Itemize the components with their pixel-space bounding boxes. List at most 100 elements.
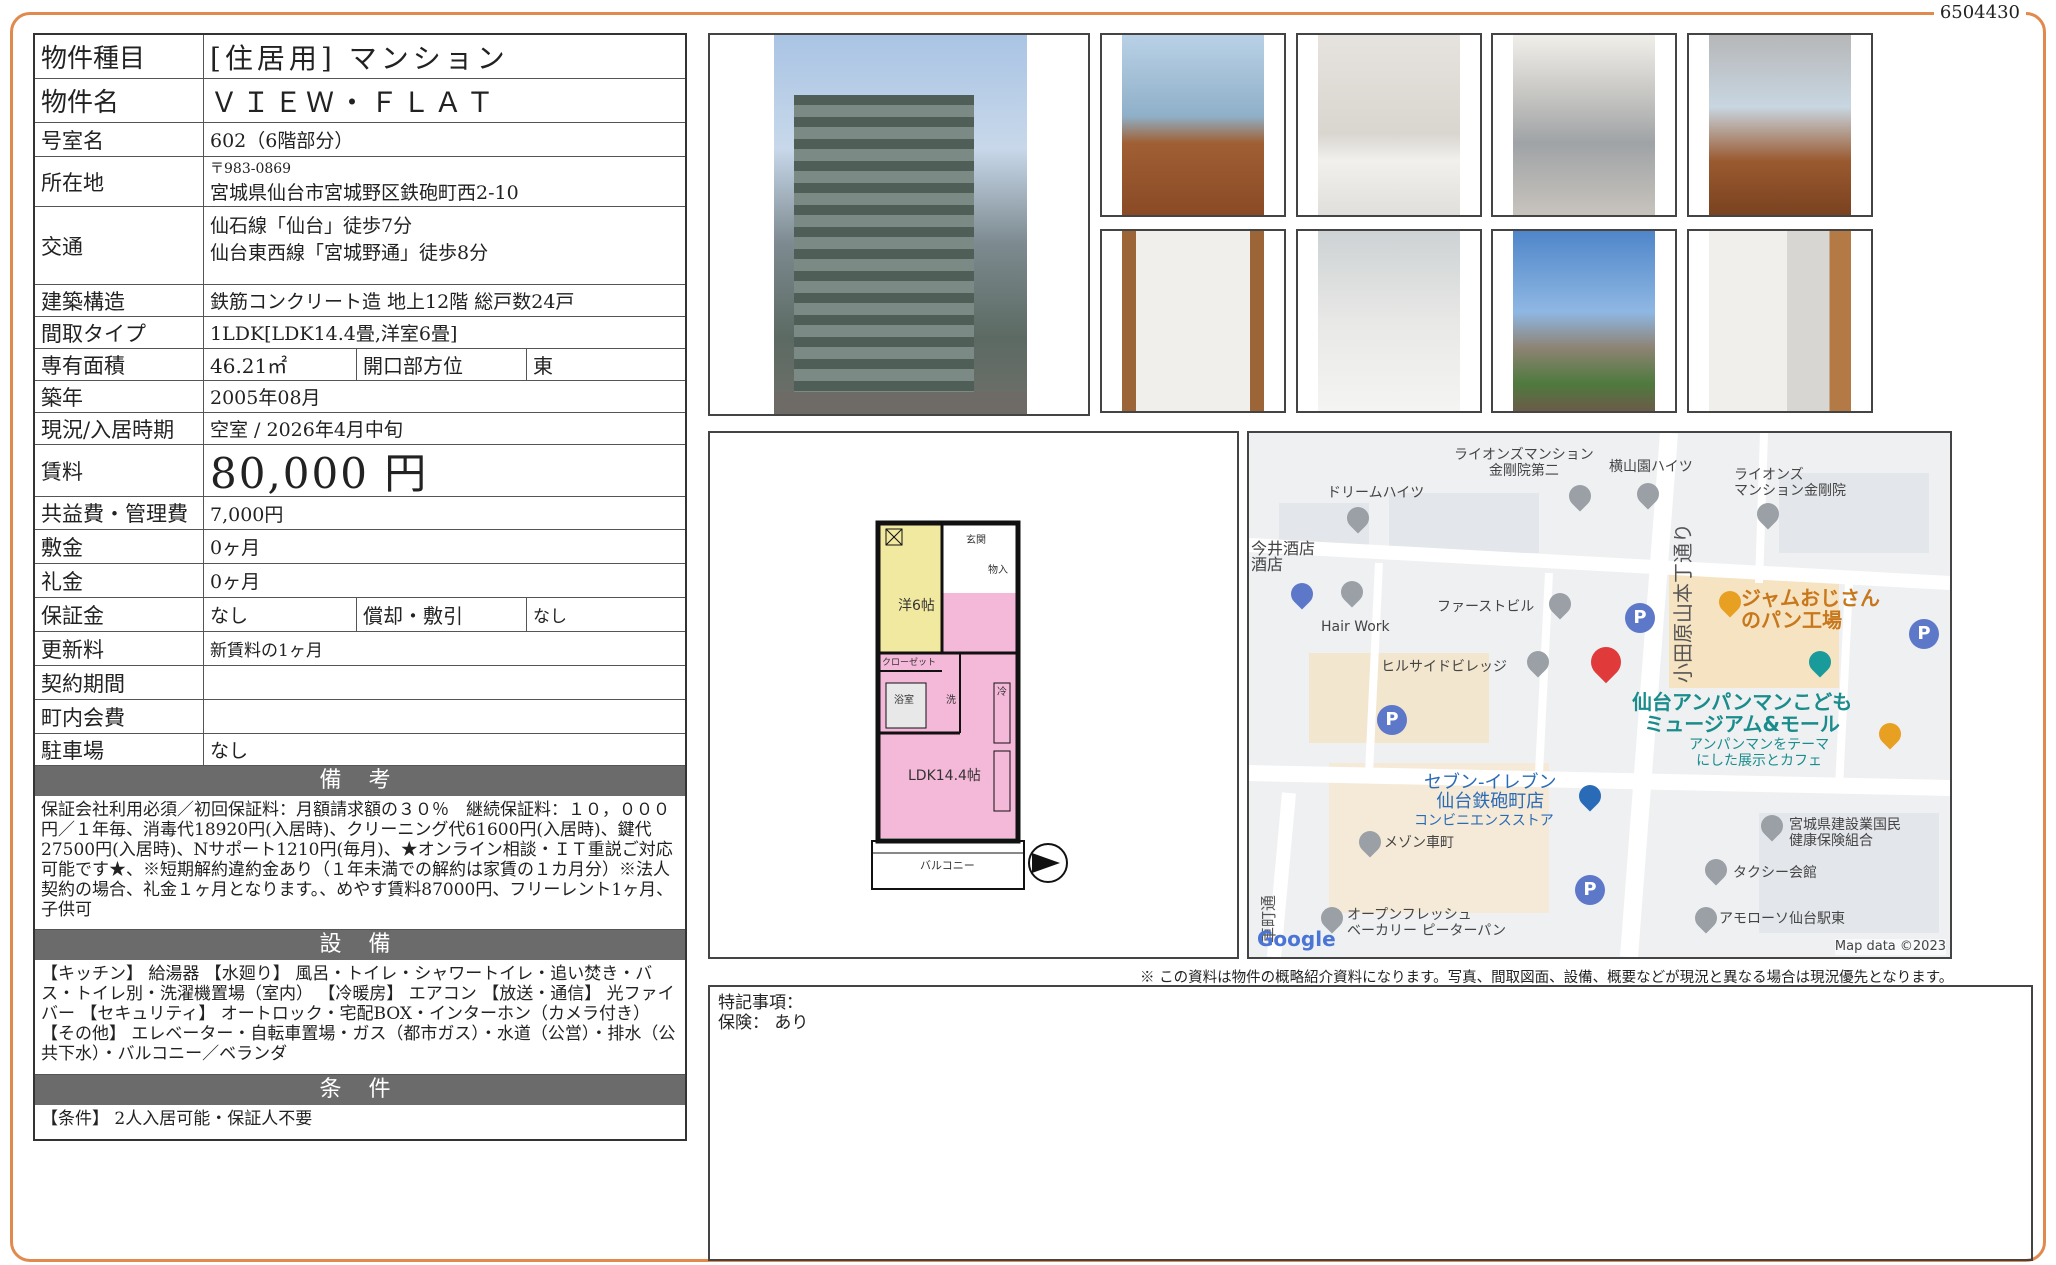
location-map[interactable]: ライオンズマンション 金剛院第二 横山園ハイツ ライオンズ マンション金剛院 ド… <box>1247 431 1952 959</box>
map-label-hair-work: Hair Work <box>1321 619 1390 635</box>
map-label-maison-kurumamachi: メゾン車町 <box>1384 835 1454 851</box>
parking-icon: P <box>1625 603 1655 633</box>
type-value: [住居用] マンション <box>210 41 509 75</box>
map-label-amoroso: アモローソ仙台駅東 <box>1719 911 1845 927</box>
amortization-label: 償却・敷引 <box>356 598 526 631</box>
area-label: 専有面積 <box>35 349 204 380</box>
access-line-1: 仙石線「仙台」徒歩7分 <box>210 215 413 237</box>
layout-label: 間取タイプ <box>35 317 204 348</box>
access-label: 交通 <box>35 207 204 284</box>
map-label-jam-ojisan: ジャムおじさん のパン工場 <box>1741 586 1880 632</box>
map-label-dream-heights: ドリームハイツ <box>1327 485 1425 501</box>
map-label-convenience: コンビニエンスストア <box>1414 813 1554 829</box>
conditions-header: 条 件 <box>35 1075 685 1105</box>
key-money-value: 0ヶ月 <box>210 571 261 593</box>
storage-label: 物入 <box>988 565 1008 576</box>
address-value: 宮城県仙台市宮城野区鉄砲町西2-10 <box>210 182 519 204</box>
document-id: 6504430 <box>1933 2 2026 23</box>
type-label: 物件種目 <box>35 35 204 78</box>
closet-label: クローゼット <box>882 658 937 668</box>
map-label-lions-kongoin2: ライオンズマンション 金剛院第二 <box>1454 447 1594 479</box>
equipment-header: 設 備 <box>35 930 685 960</box>
map-label-taxi-kaikan: タクシー会館 <box>1733 865 1817 881</box>
contract-label: 契約期間 <box>35 666 204 699</box>
map-label-imai-saketen: 今井酒店 酒店 <box>1251 539 1316 574</box>
equipment-text: 【キッチン】 給湯器 【水廻り】 風呂・トイレ・シャワートイレ・追い焚き・バス・… <box>35 960 685 1075</box>
council-fee-label: 町内会費 <box>35 700 204 733</box>
photo-living-room <box>1100 33 1286 217</box>
direction-label: 開口部方位 <box>356 349 526 380</box>
map-label-peterpan: オープンフレッシュ ベーカリー ピーターパン <box>1347 907 1507 939</box>
balcony-label: バルコニー <box>920 859 975 872</box>
photo-washbasin <box>1296 229 1482 413</box>
wash-label: 洗 <box>946 695 956 706</box>
parking-label: 駐車場 <box>35 734 204 765</box>
room-ldk-label: LDK14.4帖 <box>908 768 981 784</box>
entry-label: 玄関 <box>966 535 986 546</box>
built-label: 築年 <box>35 381 204 412</box>
deposit-value: 0ヶ月 <box>210 537 261 559</box>
address-label: 所在地 <box>35 157 204 206</box>
name-label: 物件名 <box>35 79 204 122</box>
structure-value: 鉄筋コンクリート造 地上12階 総戸数24戸 <box>210 291 575 313</box>
map-label-yokoyamaen: 横山園ハイツ <box>1609 459 1693 475</box>
rent-value: 80,000 円 <box>210 449 429 498</box>
photo-storage <box>1687 229 1873 413</box>
name-value: ＶＩＥＷ・ＦＬＡＴ <box>210 85 499 119</box>
access-line-2: 仙台東西線「宮城野通」徒歩8分 <box>210 242 489 264</box>
parking-icon: P <box>1377 705 1407 735</box>
insurance-note: 保険： あり <box>718 1013 809 1033</box>
property-table: 物件種目 [住居用] マンション 物件名 ＶＩＥＷ・ＦＬＡＴ 号室名 602（6階部分… <box>33 33 687 1141</box>
parking-value: なし <box>210 740 249 762</box>
rent-label: 賃料 <box>35 445 204 496</box>
layout-value: 1LDK[LDK14.4畳,洋室6畳] <box>210 323 458 345</box>
map-label-anpanman-desc: アンパンマンをテーマ にした展示とカフェ <box>1689 737 1830 769</box>
status-label: 現況/入居時期 <box>35 413 204 444</box>
council-fee-value <box>204 700 685 733</box>
special-notes-title: 特記事項： <box>718 993 803 1013</box>
amortization-value: なし <box>526 598 685 631</box>
map-label-lions-kongoin: ライオンズ マンション金剛院 <box>1734 467 1846 499</box>
map-attribution: Map data ©2023 <box>1834 939 1946 955</box>
parking-icon: P <box>1575 875 1605 905</box>
deposit-label: 敷金 <box>35 530 204 563</box>
photo-bathroom <box>1296 33 1482 217</box>
remarks-text: 保証会社利用必須／初回保証料：月額請求額の３０％ 継続保証料：１０，０００円／１… <box>35 796 685 930</box>
map-label-hillside-village: ヒルサイドビレッジ <box>1381 659 1507 675</box>
photo-closet <box>1100 229 1286 413</box>
contract-value <box>204 666 685 699</box>
room-value: 602（6階部分） <box>210 130 354 152</box>
photo-kitchen <box>1491 33 1677 217</box>
disclaimer-note: ※ この資料は物件の概略紹介資料になります。写真、間取図面、設備、概要などが現況… <box>1140 970 1954 986</box>
guarantee-label: 保証金 <box>35 598 204 631</box>
map-label-kensetsu-kumiai: 宮城県建設業国民 健康保険組合 <box>1789 817 1901 849</box>
direction-value: 東 <box>526 349 685 380</box>
bath-label: 浴室 <box>894 695 914 706</box>
fee-label: 共益費・管理費 <box>35 497 204 529</box>
fridge-label: 冷 <box>997 687 1007 698</box>
floor-plan: 洋6帖 LDK14.4帖 クローゼット 浴室 洗 玄関 物入 冷 バルコニー <box>708 431 1239 959</box>
floor-plan-drawing <box>871 520 1068 890</box>
renewal-value: 新賃料の1ヶ月 <box>210 641 323 661</box>
area-value: 46.21㎡ <box>210 354 288 378</box>
building-photo <box>708 33 1090 416</box>
remarks-header: 備 考 <box>35 766 685 796</box>
conditions-text: 【条件】 2人入居可能・保証人不要 <box>41 1109 313 1129</box>
parking-icon: P <box>1909 619 1939 649</box>
postal-code: 〒983-0869 <box>210 161 292 177</box>
key-money-label: 礼金 <box>35 564 204 597</box>
room-western-label: 洋6帖 <box>898 598 935 614</box>
fee-value: 7,000円 <box>210 503 284 526</box>
renewal-label: 更新料 <box>35 632 204 665</box>
map-label-seven-eleven: セブン-イレブン 仙台鉄砲町店 <box>1424 772 1557 812</box>
built-value: 2005年08月 <box>210 387 321 409</box>
google-logo: Google <box>1257 927 1336 951</box>
room-label: 号室名 <box>35 123 204 156</box>
structure-label: 建築構造 <box>35 285 204 316</box>
map-label-anpanman-museum: 仙台アンパンマンこども ミュージアム&モール <box>1632 690 1853 736</box>
map-label-odawara-dori: 小田原山本丁通り <box>1671 523 1695 683</box>
photo-western-room <box>1687 33 1873 217</box>
guarantee-value: なし <box>210 605 249 627</box>
photo-view <box>1491 229 1677 413</box>
special-notes-box: 特記事項： 保険： あり <box>708 985 2033 1261</box>
